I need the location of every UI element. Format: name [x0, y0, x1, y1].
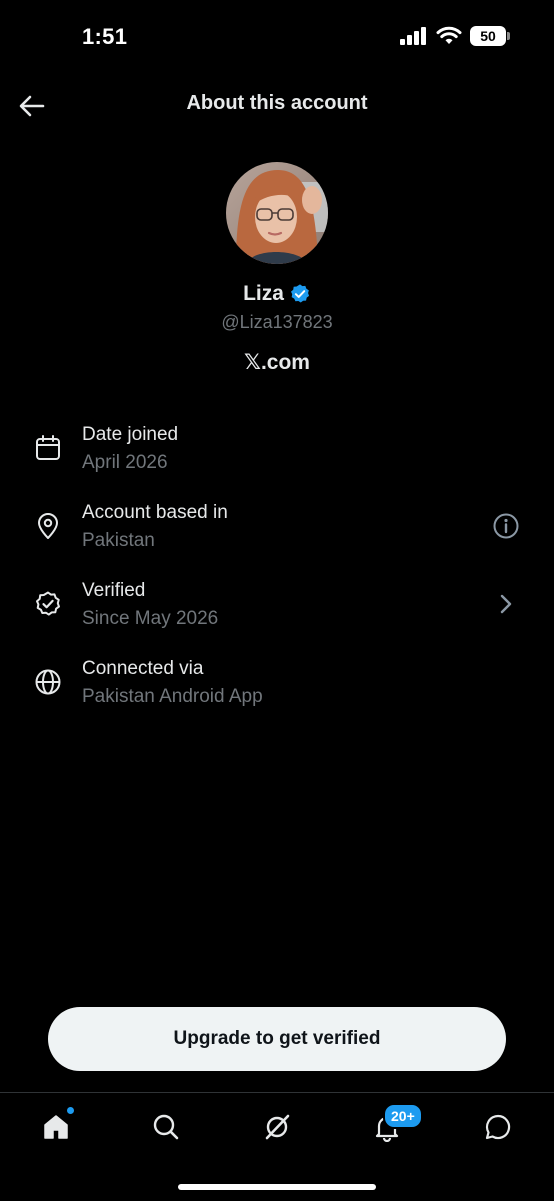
avatar[interactable] — [226, 162, 328, 264]
tab-search[interactable] — [146, 1107, 186, 1147]
profile-photo — [226, 162, 328, 264]
info-item-date-joined: Date joined April 2026 — [0, 418, 554, 496]
unread-dot — [67, 1107, 74, 1114]
status-time: 1:51 — [82, 24, 128, 49]
username-handle: @Liza137823 — [221, 312, 333, 332]
globe-icon — [35, 669, 61, 695]
tab-messages[interactable] — [478, 1107, 518, 1147]
verified-badge-icon[interactable] — [289, 283, 311, 305]
display-name: Liza — [243, 282, 284, 305]
header: About this account — [0, 78, 554, 132]
wifi-icon — [436, 26, 462, 44]
chevron-button[interactable] — [492, 590, 520, 618]
messages-icon — [485, 1114, 511, 1140]
info-subtitle: April 2026 — [82, 452, 168, 473]
info-subtitle: Since May 2026 — [82, 608, 219, 629]
site-link[interactable]: 𝕏.com — [0, 350, 554, 375]
info-icon — [493, 513, 519, 539]
page-title: About this account — [186, 92, 368, 114]
name-row: Liza — [0, 282, 554, 306]
battery-icon: 50 — [470, 26, 510, 46]
search-icon — [153, 1114, 179, 1140]
home-indicator[interactable] — [178, 1184, 376, 1190]
info-item-verified[interactable]: Verified Since May 2026 — [0, 574, 554, 652]
tab-grok[interactable] — [257, 1107, 297, 1147]
grok-icon — [265, 1114, 290, 1140]
cellular-signal-icon — [400, 27, 426, 45]
status-icons: 50 — [400, 26, 510, 46]
verified-badge-icon — [36, 591, 60, 616]
info-title: Date joined — [82, 424, 179, 445]
info-button[interactable] — [492, 512, 520, 540]
info-title: Connected via — [82, 658, 204, 679]
account-info-list: Date joined April 2026 Account based in … — [0, 418, 554, 730]
status-bar: 1:51 50 — [0, 0, 554, 72]
info-item-connected-via: Connected via Pakistan Android App — [0, 652, 554, 730]
chevron-right-icon — [500, 594, 512, 614]
info-title: Account based in — [82, 502, 228, 523]
info-subtitle: Pakistan — [82, 530, 155, 551]
info-subtitle: Pakistan Android App — [82, 686, 263, 707]
upgrade-button[interactable]: Upgrade to get verified — [48, 1007, 506, 1071]
home-icon — [44, 1115, 68, 1139]
calendar-icon — [36, 435, 60, 460]
location-pin-icon — [38, 513, 58, 539]
tab-home[interactable] — [36, 1107, 76, 1147]
info-title: Verified — [82, 580, 146, 601]
battery-level: 50 — [480, 28, 496, 44]
info-item-account-based-in: Account based in Pakistan — [0, 496, 554, 574]
notification-badge: 20+ — [383, 1103, 423, 1129]
